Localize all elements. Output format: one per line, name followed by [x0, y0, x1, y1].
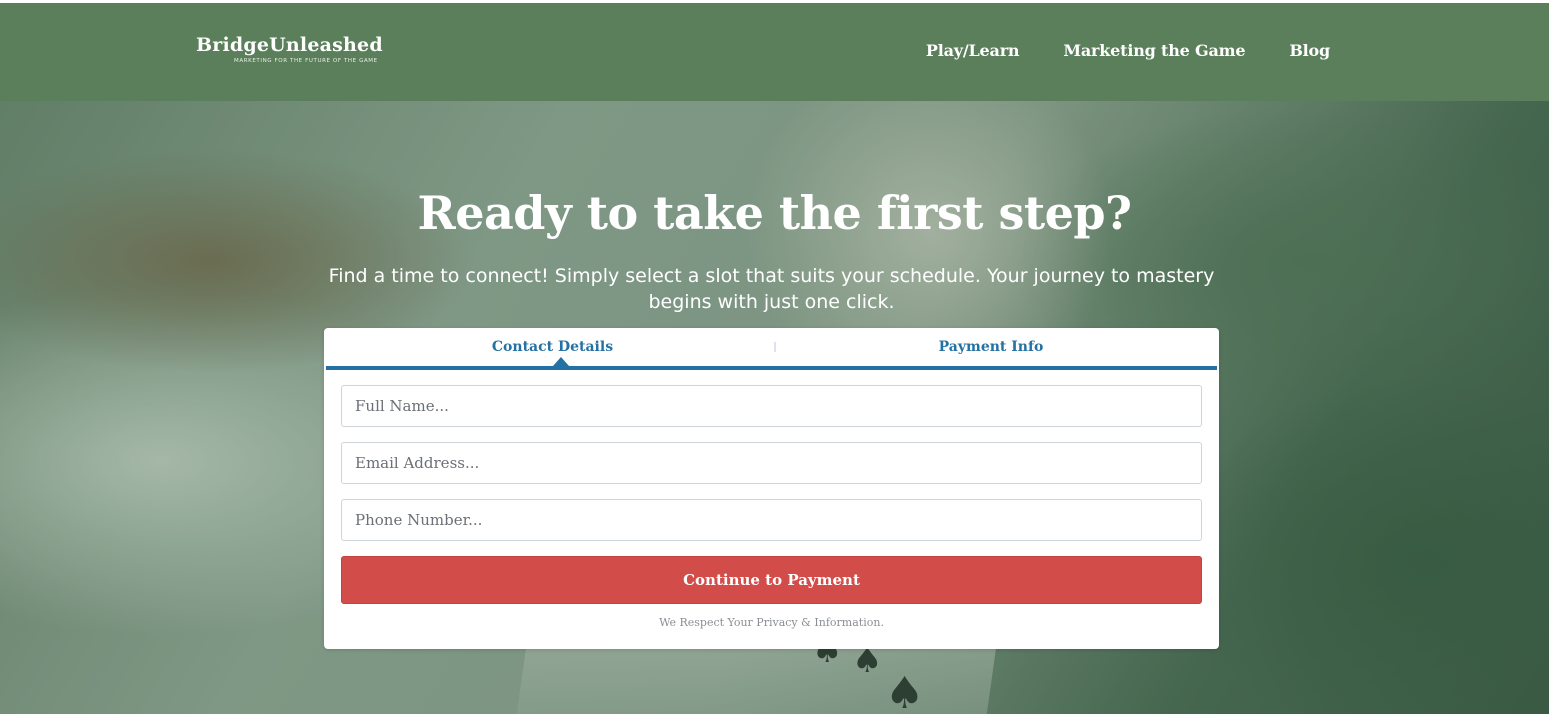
nav-blog[interactable]: Blog	[1289, 41, 1330, 60]
nav-marketing-the-game[interactable]: Marketing the Game	[1063, 41, 1245, 60]
active-tab-caret-icon	[553, 357, 569, 366]
booking-form-card: Contact Details Payment Info Continue to…	[324, 328, 1219, 649]
brand-name: BridgeUnleashed	[196, 34, 383, 56]
brand-logo[interactable]: BridgeUnleashed MARKETING FOR THE FUTURE…	[196, 34, 383, 64]
phone-input[interactable]	[341, 499, 1202, 541]
email-input[interactable]	[341, 442, 1202, 484]
tab-payment-info[interactable]: Payment Info	[771, 339, 1211, 355]
tab-contact-details[interactable]: Contact Details	[326, 339, 779, 355]
full-name-input[interactable]	[341, 385, 1202, 427]
privacy-note: We Respect Your Privacy & Information.	[659, 616, 884, 629]
form-steps-tabs: Contact Details Payment Info	[326, 328, 1217, 370]
nav-play-learn[interactable]: Play/Learn	[926, 41, 1020, 60]
page-title: Ready to take the first step?	[417, 186, 1132, 240]
site-header: BridgeUnleashed MARKETING FOR THE FUTURE…	[0, 3, 1549, 101]
page-subtitle: Find a time to connect! Simply select a …	[328, 265, 1215, 313]
main-nav: Play/Learn Marketing the Game Blog	[926, 41, 1330, 60]
brand-tagline: MARKETING FOR THE FUTURE OF THE GAME	[234, 58, 378, 64]
continue-to-payment-button[interactable]: Continue to Payment	[341, 556, 1202, 604]
